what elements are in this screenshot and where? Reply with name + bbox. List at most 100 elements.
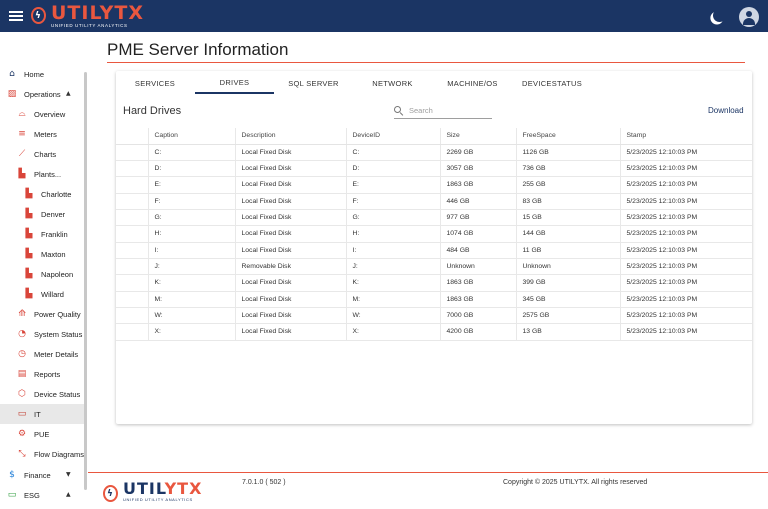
sidebar-item-willard[interactable]: ▙ Willard [0,284,84,304]
sidebar-item-it[interactable]: ▭ IT [0,404,84,424]
system-status-icon: ◔ [18,329,26,339]
sidebar-item-label: Reports [34,369,61,379]
sidebar-item-overview[interactable]: ⌓ Overview [0,104,84,124]
table-cell-caption: I: [148,242,236,259]
plant-icon: ▙ [25,249,33,259]
sidebar-item-pue[interactable]: ⚙ PUE [0,424,84,444]
table-row[interactable]: G: Local Fixed Disk G: 977 GB 15 GB 5/23/2025… [116,209,752,227]
table-cell-description: Local Fixed Disk [235,274,347,292]
sidebar-item-label: Napoleon [41,269,74,279]
table-cell-freespace: 2575 GB [516,307,621,325]
column-header-stamp[interactable]: Stamp [620,128,752,145]
table-row[interactable]: C: Local Fixed Disk C: 2269 GB 1126 GB 5/23/2… [116,144,752,161]
sidebar-scrollbar[interactable] [84,72,87,490]
table-cell-deviceid: X: [346,323,441,341]
table-cell-size: 1863 GB [440,291,517,308]
tab-network[interactable]: NETWORK [353,72,432,94]
row-select-cell [116,274,149,292]
table-row[interactable]: I: Local Fixed Disk I: 484 GB 11 GB 5/23/2025… [116,242,752,259]
moon-icon[interactable] [712,8,727,23]
sidebar-item-meter-details[interactable]: ◷ Meter Details [0,344,84,364]
sidebar-item-esg[interactable]: ▭ ESG ▲ [0,485,84,505]
title-divider [107,62,745,63]
sidebar-item-finance[interactable]: $ Finance ▼ [0,465,84,485]
search-input[interactable] [409,106,489,115]
tab-machine-os[interactable]: MACHINE/OS [432,72,513,94]
sidebar-item-label: Home [24,69,45,79]
tab-drives[interactable]: DRIVES [195,72,274,94]
table-cell-description: Local Fixed Disk [235,323,347,341]
sidebar-item-home[interactable]: ⌂ Home [0,64,84,84]
app-logo[interactable]: ϟ UTILYTX UNIFIED UTILITY ANALYTICS [29,3,144,29]
tab-sql-server[interactable]: SQL SERVER [274,72,353,94]
copyright-text: Copyright © 2025 UTILYTX. All rights res… [503,479,648,486]
table-cell-caption: K: [148,274,236,292]
sidebar-item-device-status[interactable]: ⬡ Device Status [0,384,84,404]
plant-icon: ▙ [18,169,26,179]
table-cell-freespace: 15 GB [516,209,621,227]
sidebar-item-label: Maxton [41,249,66,259]
menu-icon[interactable] [9,9,23,23]
sidebar-item-charts[interactable]: ⟋ Charts [0,144,84,164]
chevron-up-icon[interactable]: ▲ [66,491,71,498]
sidebar-item-reports[interactable]: ▤ Reports [0,364,84,384]
column-header-freespace[interactable]: FreeSpace [516,128,621,145]
plant-icon: ▙ [25,289,33,299]
tab-services[interactable]: SERVICES [120,72,190,94]
table-row[interactable]: X: Local Fixed Disk X: 4200 GB 13 GB 5/23/202… [116,323,752,341]
sidebar-item-operations[interactable]: ▨ Operations ▲ [0,84,84,104]
sidebar-item-meters[interactable]: ≡ Meters [0,124,84,144]
table-cell-caption: J: [148,258,236,276]
search-box[interactable] [394,103,492,119]
sidebar-item-label: Charlotte [41,189,72,199]
table-row[interactable]: D: Local Fixed Disk D: 3057 GB 736 GB 5/23/20… [116,160,752,178]
table-row[interactable]: E: Local Fixed Disk E: 1863 GB 255 GB 5/23/20… [116,176,752,194]
sidebar-item-maxton[interactable]: ▙ Maxton [0,244,84,264]
table-cell-description: Local Fixed Disk [235,193,347,210]
column-header-description[interactable]: Description [235,128,347,145]
sidebar-item-plants[interactable]: ▙ Plants... [0,164,84,184]
row-select-cell [116,307,149,325]
sidebar-item-franklin[interactable]: ▙ Franklin [0,224,84,244]
column-header-caption[interactable]: Caption [148,128,236,145]
search-icon [394,106,404,116]
operations-icon: ▨ [7,89,17,99]
sidebar-item-napoleon[interactable]: ▙ Napoleon [0,264,84,284]
table-cell-caption: M: [148,291,236,308]
table-row[interactable]: F: Local Fixed Disk F: 446 GB 83 GB 5/23/2025… [116,193,752,210]
sidebar-item-flow-diagrams[interactable]: ⤡ Flow Diagrams [0,444,84,464]
table-cell-freespace: 11 GB [516,242,621,259]
table-cell-caption: E: [148,176,236,194]
logo-drop-icon: ϟ [29,3,47,27]
table-cell-size: 4200 GB [440,323,517,341]
column-header-size[interactable]: Size [440,128,517,145]
table-cell-deviceid: M: [346,291,441,308]
table-cell-deviceid: K: [346,274,441,292]
sidebar-item-label: System Status [34,329,83,339]
table-cell-freespace: 736 GB [516,160,621,178]
table-row[interactable]: H: Local Fixed Disk H: 1074 GB 144 GB 5/23/20… [116,225,752,243]
table-cell-stamp: 5/23/2025 12:10:03 PM [620,258,752,276]
sidebar-item-power-quality[interactable]: ⟰ Power Quality [0,304,84,324]
download-link[interactable]: Download [708,106,744,115]
table-row[interactable]: J: Removable Disk J: Unknown Unknown 5/23/202… [116,258,752,276]
table-row[interactable]: M: Local Fixed Disk M: 1863 GB 345 GB 5/23/20… [116,291,752,308]
device-status-icon: ⬡ [18,389,26,399]
table-cell-stamp: 5/23/2025 12:10:03 PM [620,242,752,259]
chevron-down-icon[interactable]: ▼ [66,471,71,478]
tab-devicestatus[interactable]: DEVICESTATUS [513,72,591,94]
sidebar-item-system-status[interactable]: ◔ System Status [0,324,84,344]
row-select-cell [116,176,149,194]
brand-tagline: UNIFIED UTILITY ANALYTICS [51,23,128,28]
sidebar-item-label: ESG [24,490,40,500]
table-row[interactable]: W: Local Fixed Disk W: 7000 GB 2575 GB 5/23/2… [116,307,752,325]
sidebar-item-denver[interactable]: ▙ Denver [0,204,84,224]
sidebar-item-charlotte[interactable]: ▙ Charlotte [0,184,84,204]
column-header-deviceid[interactable]: DeviceID [346,128,441,145]
table-cell-size: 3057 GB [440,160,517,178]
row-select-cell [116,323,149,341]
charts-icon: ⟋ [18,149,26,159]
table-row[interactable]: K: Local Fixed Disk K: 1863 GB 399 GB 5/23/20… [116,274,752,292]
user-avatar-icon[interactable] [739,7,759,27]
chevron-up-icon[interactable]: ▲ [66,90,71,97]
